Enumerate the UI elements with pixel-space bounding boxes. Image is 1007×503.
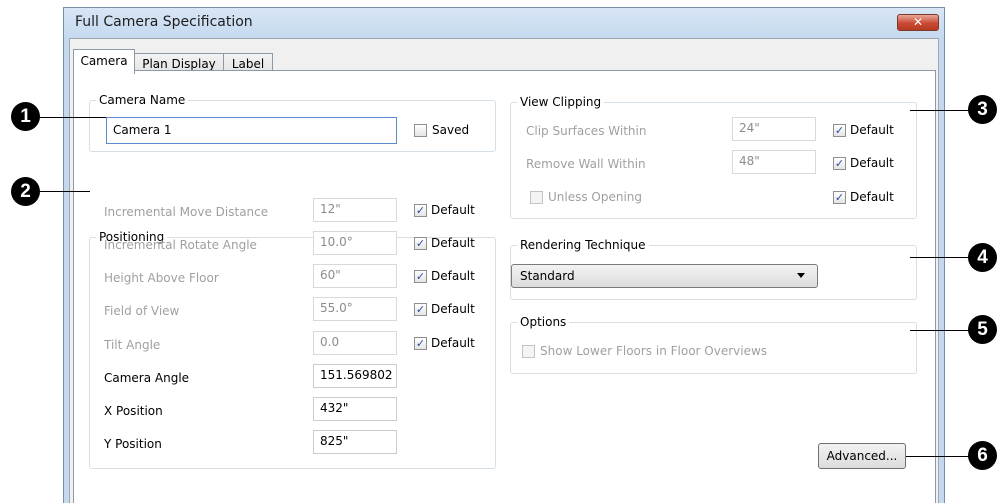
rotate-angle-input[interactable]: 10.0° xyxy=(313,231,397,255)
saved-label: Saved xyxy=(432,123,470,137)
rendering-technique-value: Standard xyxy=(520,269,575,283)
callout-2-leader xyxy=(40,191,90,192)
callout-3-badge: 3 xyxy=(968,95,997,124)
remove-wall-default-checkbox[interactable]: ✓ xyxy=(833,157,846,170)
tab-camera[interactable]: Camera xyxy=(73,49,135,74)
remove-wall-default-label: Default xyxy=(850,156,894,170)
callout-2-badge: 2 xyxy=(11,177,40,206)
callout-4-leader xyxy=(910,257,970,258)
tilt-angle-input[interactable]: 0.0 xyxy=(313,331,397,355)
callout-3-leader xyxy=(910,110,970,111)
callout-1-badge: 1 xyxy=(11,102,40,131)
height-above-floor-default-checkbox[interactable]: ✓ xyxy=(414,270,427,283)
field-of-view-default-checkbox[interactable]: ✓ xyxy=(414,303,427,316)
y-position-input[interactable]: 825" xyxy=(313,430,397,454)
dialog-title: Full Camera Specification xyxy=(75,14,253,30)
rotate-angle-label: Incremental Rotate Angle xyxy=(104,238,257,252)
show-lower-floors-checkbox[interactable] xyxy=(522,345,535,358)
clip-surfaces-default-checkbox[interactable]: ✓ xyxy=(833,124,846,137)
rendering-technique-select[interactable]: Standard xyxy=(511,264,818,288)
move-distance-default-label: Default xyxy=(431,203,475,217)
clip-surfaces-default-label: Default xyxy=(850,123,894,137)
height-above-floor-default-label: Default xyxy=(431,269,475,283)
rendering-technique-group-label: Rendering Technique xyxy=(517,238,649,252)
tilt-angle-default-checkbox[interactable]: ✓ xyxy=(414,337,427,350)
callout-4-badge: 4 xyxy=(968,243,997,272)
height-above-floor-label: Height Above Floor xyxy=(104,271,219,285)
camera-angle-input[interactable]: 151.569802 xyxy=(313,364,397,388)
move-distance-label: Incremental Move Distance xyxy=(104,205,269,219)
saved-checkbox[interactable] xyxy=(414,124,427,137)
field-of-view-input[interactable]: 55.0° xyxy=(313,297,397,321)
camera-name-group-label: Camera Name xyxy=(96,93,189,107)
remove-wall-label: Remove Wall Within xyxy=(526,157,646,171)
unless-opening-label: Unless Opening xyxy=(548,190,643,204)
move-distance-input[interactable]: 12" xyxy=(313,198,397,222)
clip-surfaces-input[interactable]: 24" xyxy=(732,117,816,141)
unless-opening-default-checkbox[interactable]: ✓ xyxy=(833,191,846,204)
field-of-view-default-label: Default xyxy=(431,302,475,316)
callout-5-badge: 5 xyxy=(968,315,997,344)
field-of-view-label: Field of View xyxy=(104,304,180,318)
x-position-label: X Position xyxy=(104,404,163,418)
move-distance-default-checkbox[interactable]: ✓ xyxy=(414,204,427,217)
camera-angle-label: Camera Angle xyxy=(104,371,190,385)
unless-opening-default-label: Default xyxy=(850,190,894,204)
rotate-angle-default-checkbox[interactable]: ✓ xyxy=(414,237,427,250)
camera-name-input[interactable]: Camera 1 xyxy=(106,117,397,144)
x-position-input[interactable]: 432" xyxy=(313,397,397,421)
height-above-floor-input[interactable]: 60" xyxy=(313,264,397,288)
tilt-angle-label: Tilt Angle xyxy=(104,338,161,352)
advanced-button[interactable]: Advanced... xyxy=(818,443,906,469)
unless-opening-checkbox[interactable] xyxy=(530,191,543,204)
callout-1-leader xyxy=(40,117,106,118)
tilt-angle-default-label: Default xyxy=(431,336,475,350)
rotate-angle-default-label: Default xyxy=(431,236,475,250)
show-lower-floors-label: Show Lower Floors in Floor Overviews xyxy=(540,344,768,358)
view-clipping-group-label: View Clipping xyxy=(517,95,605,109)
remove-wall-input[interactable]: 48" xyxy=(732,150,816,174)
clip-surfaces-label: Clip Surfaces Within xyxy=(526,124,647,138)
close-button[interactable]: ✕ xyxy=(897,14,939,31)
callout-5-leader xyxy=(910,330,970,331)
callout-6-badge: 6 xyxy=(968,441,997,470)
chevron-down-icon xyxy=(797,273,805,278)
options-group-label: Options xyxy=(517,315,570,329)
callout-6-leader xyxy=(906,456,970,457)
y-position-label: Y Position xyxy=(104,437,162,451)
